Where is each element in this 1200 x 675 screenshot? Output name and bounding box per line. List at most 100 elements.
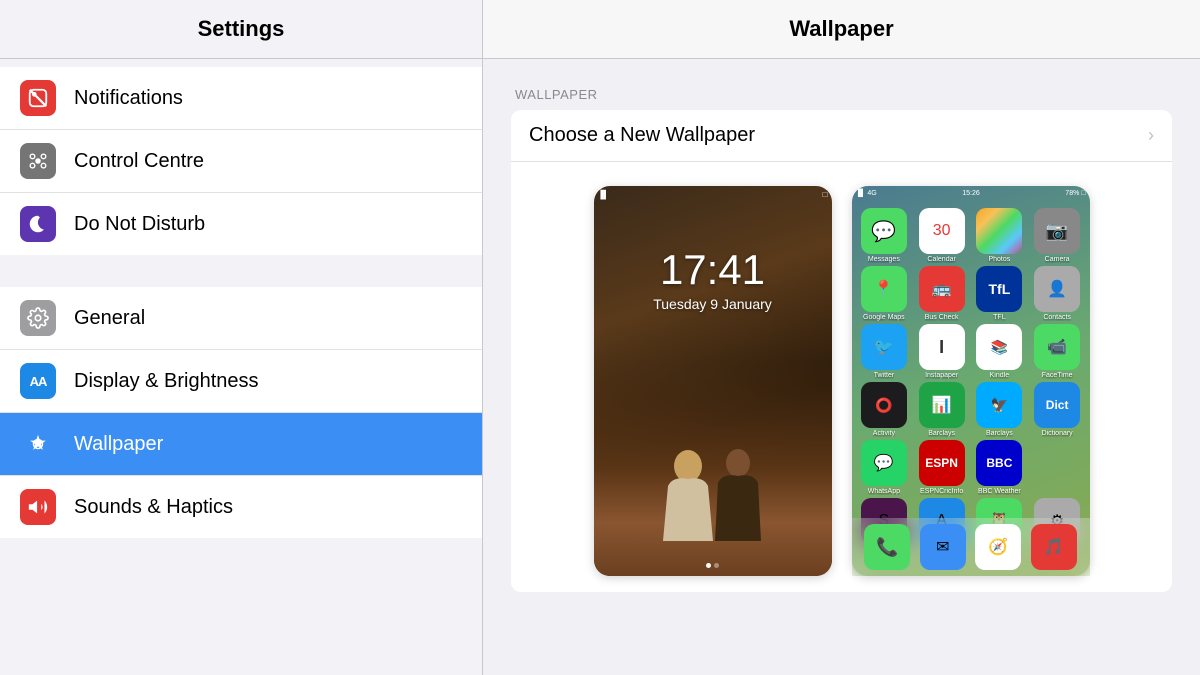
sidebar-section-1: Notifications Control Centre: [0, 67, 482, 255]
control-centre-label: Control Centre: [74, 150, 204, 173]
app-photos: Photos: [972, 208, 1027, 263]
sidebar-item-display[interactable]: AA Display & Brightness: [0, 350, 482, 413]
instapaper-icon: I: [919, 324, 965, 370]
contacts-label: Contacts: [1043, 314, 1071, 321]
sounds-label: Sounds & Haptics: [74, 496, 233, 519]
sidebar-title: Settings: [198, 16, 285, 41]
dock-music-icon: 🎵: [1031, 524, 1077, 570]
app-maps: 📍Google Maps: [857, 266, 912, 321]
dock-music: 🎵: [1031, 524, 1077, 570]
app-calendar: 30 Calendar: [914, 208, 969, 263]
lockscreen-preview[interactable]: ▐▌ □ 17:41 Tuesday 9 January: [594, 186, 832, 576]
sidebar: Settings Notifications: [0, 0, 483, 675]
section-label: WALLPAPER: [511, 87, 1172, 102]
app-contacts: 👤Contacts: [1030, 266, 1085, 321]
facetime-icon: 📹: [1034, 324, 1080, 370]
lockscreen-bg: ▐▌ □ 17:41 Tuesday 9 January: [594, 186, 832, 576]
choose-wallpaper-label: Choose a New Wallpaper: [529, 124, 755, 147]
bbcweather-label: BBC Weather: [978, 488, 1021, 495]
app-empty: [1030, 440, 1085, 495]
whatsapp-icon: 💬: [861, 440, 907, 486]
homescreen-bg: ▐▌ 4G 15:26 78% □ 💬 Messages 30 Calendar P…: [852, 186, 1090, 576]
display-icon: AA: [20, 363, 56, 399]
kindle-label: Kindle: [990, 372, 1009, 379]
sidebar-item-control-centre[interactable]: Control Centre: [0, 130, 482, 193]
app-whatsapp: 💬 WhatsApp: [857, 440, 912, 495]
barclays-icon: 🦅: [976, 382, 1022, 428]
app-twitter: 🐦Twitter: [857, 324, 912, 379]
notifications-label: Notifications: [74, 87, 183, 110]
sidebar-item-wallpaper[interactable]: Wallpaper: [0, 413, 482, 476]
page-dots: [594, 563, 832, 568]
wallpaper-label: Wallpaper: [74, 433, 163, 456]
app-facetime: 📹 FaceTime: [1030, 324, 1085, 379]
dictionary-icon: Dict: [1034, 382, 1080, 428]
app-espncric: ESPN ESPNCricInfo: [914, 440, 969, 495]
ls-battery: □: [823, 190, 828, 199]
espncric-label: ESPNCricInfo: [920, 488, 963, 495]
dot-1: [706, 563, 711, 568]
bbcweather-icon: BBC: [976, 440, 1022, 486]
general-label: General: [74, 307, 145, 330]
messages-label: Messages: [868, 256, 900, 263]
sidebar-item-general[interactable]: General: [0, 287, 482, 350]
dot-2: [714, 563, 719, 568]
panel-title: Wallpaper: [789, 16, 893, 41]
panel-header: Wallpaper: [483, 0, 1200, 59]
twitter-label: Twitter: [874, 372, 895, 379]
app-bbcweather: BBC BBC Weather: [972, 440, 1027, 495]
lockscreen-time: 17:41: [660, 246, 765, 294]
dock-phone: 📞: [864, 524, 910, 570]
bus-icon: 🚌: [919, 266, 965, 312]
hs-carrier: ▐▌ 4G: [856, 190, 877, 197]
app-camera: 📷Camera: [1030, 208, 1085, 263]
empty-icon: [1034, 440, 1080, 486]
dock: 📞 ✉ 🧭 🎵: [852, 518, 1090, 576]
whatsapp-label: WhatsApp: [868, 488, 900, 495]
tfl-label: TFL: [993, 314, 1005, 321]
hs-battery: 78% □: [1065, 190, 1085, 197]
do-not-disturb-icon: [20, 206, 56, 242]
app-activity: ⭕ Activity: [857, 382, 912, 437]
activity-label: Activity: [873, 430, 895, 437]
do-not-disturb-label: Do Not Disturb: [74, 213, 205, 236]
main-panel: Wallpaper WALLPAPER Choose a New Wallpap…: [483, 0, 1200, 675]
calendar-icon: 30: [919, 208, 965, 254]
numbers-icon: 📊: [919, 382, 965, 428]
photos-label: Photos: [988, 256, 1010, 263]
app-kindle: 📚Kindle: [972, 324, 1027, 379]
wallpaper-card: Choose a New Wallpaper › ▐▌ □ 17:41 Tues…: [511, 110, 1172, 592]
sidebar-item-notifications[interactable]: Notifications: [0, 67, 482, 130]
app-dictionary: DictDictionary: [1030, 382, 1085, 437]
app-instapaper: I Instapaper: [914, 324, 969, 379]
dock-safari: 🧭: [975, 524, 1021, 570]
app-messages: 💬 Messages: [857, 208, 912, 263]
calendar-label: Calendar: [927, 256, 955, 263]
instapaper-label: Instapaper: [925, 372, 958, 379]
sidebar-item-sounds[interactable]: Sounds & Haptics: [0, 476, 482, 538]
messages-icon: 💬: [861, 208, 907, 254]
lockscreen-status-bar: ▐▌ □: [598, 190, 828, 199]
dock-mail-icon: ✉: [920, 524, 966, 570]
wallpaper-icon: [20, 426, 56, 462]
general-icon: [20, 300, 56, 336]
activity-icon: ⭕: [861, 382, 907, 428]
sidebar-divider-1: [0, 255, 482, 279]
sidebar-item-do-not-disturb[interactable]: Do Not Disturb: [0, 193, 482, 255]
sounds-icon: [20, 489, 56, 525]
hs-time: 15:26: [962, 190, 980, 197]
maps-icon: 📍: [861, 266, 907, 312]
app-barclays: 🦅Barclays: [972, 382, 1027, 437]
espncric-icon: ESPN: [919, 440, 965, 486]
choose-wallpaper-row[interactable]: Choose a New Wallpaper ›: [511, 110, 1172, 162]
homescreen-preview[interactable]: ▐▌ 4G 15:26 78% □ 💬 Messages 30 Calendar P…: [852, 186, 1090, 576]
wallpaper-previews: ▐▌ □ 17:41 Tuesday 9 January: [511, 162, 1172, 592]
control-centre-icon: [20, 143, 56, 179]
facetime-label: FaceTime: [1042, 372, 1073, 379]
app-bus: 🚌Bus Check: [914, 266, 969, 321]
ls-signal: ▐▌: [598, 190, 609, 199]
numbers-label: Barclays: [928, 430, 955, 437]
lockscreen-date: Tuesday 9 January: [653, 296, 772, 312]
app-grid: 💬 Messages 30 Calendar Photos 📷Camera 📍Goo…: [852, 186, 1090, 558]
dock-mail: ✉: [920, 524, 966, 570]
